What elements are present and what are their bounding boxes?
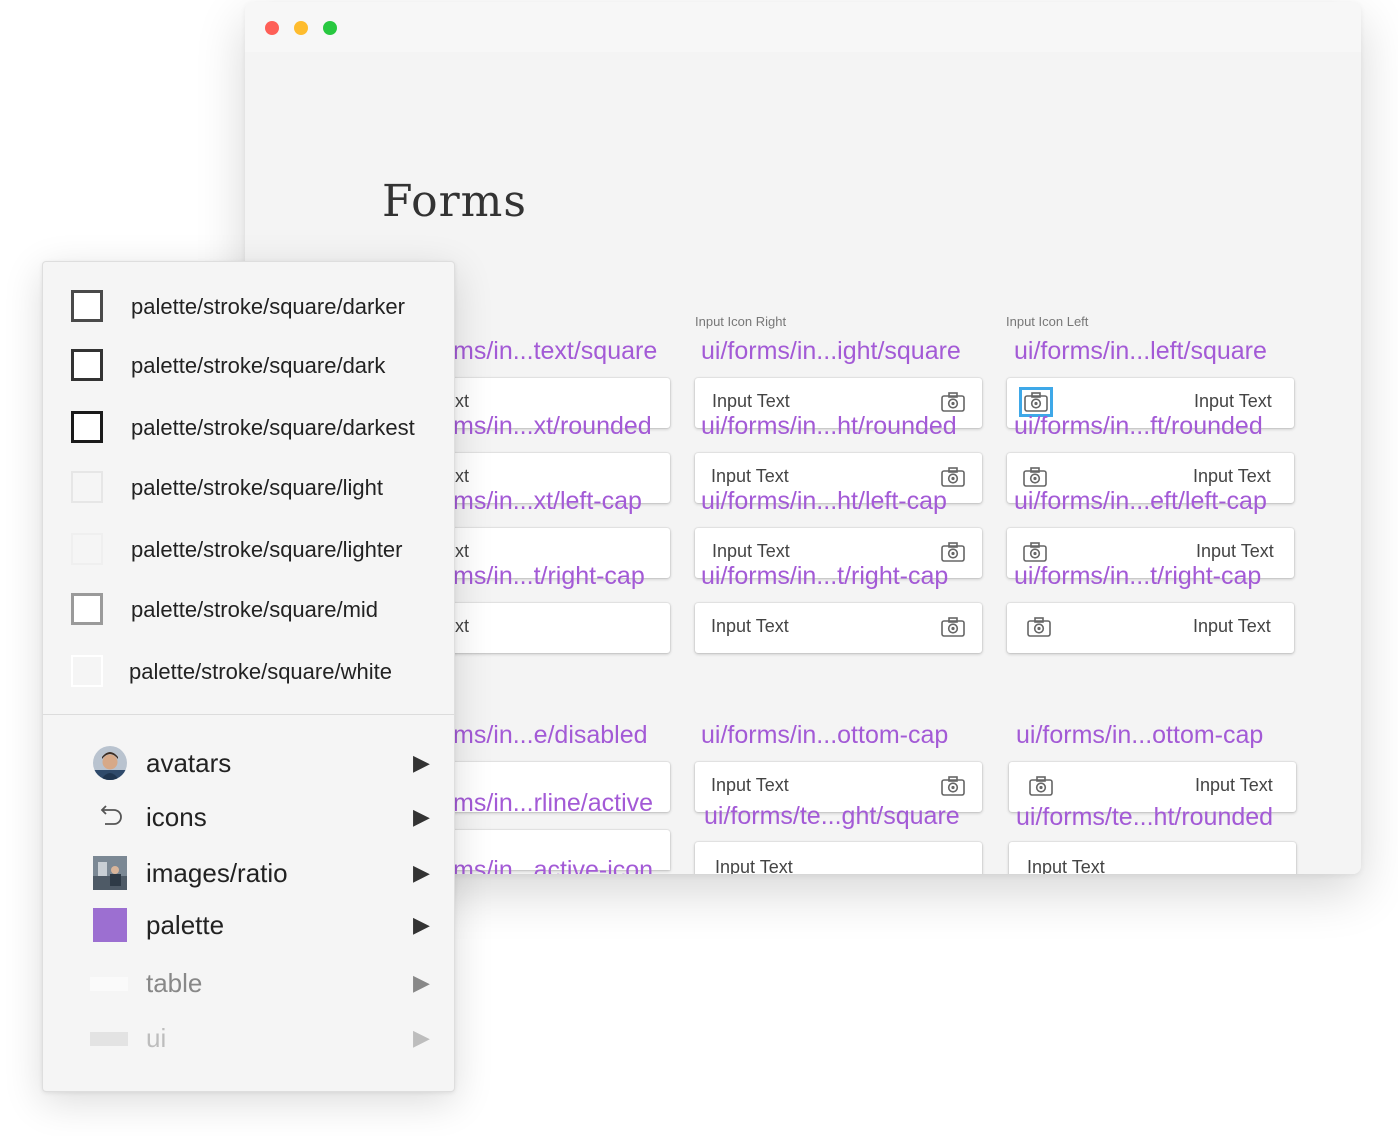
- menu-item-palette[interactable]: palette ▶: [43, 902, 454, 946]
- window-titlebar: [245, 2, 1361, 52]
- camera-icon-selected[interactable]: [1019, 387, 1053, 417]
- menu-item-table[interactable]: table ▶: [43, 960, 454, 1004]
- menu-item-label: palette/stroke/square/darkest: [131, 415, 415, 440]
- submenu-arrow-icon: ▶: [413, 860, 430, 885]
- menu-item-label: palette/stroke/square/darker: [131, 294, 405, 319]
- menu-item-label: avatars: [146, 748, 232, 778]
- input-text: Input Text: [712, 391, 790, 411]
- column-label-input-icon-left: Input Icon Left: [1006, 314, 1089, 329]
- symbol-picker-menu: palette/stroke/square/darker palette/str…: [42, 261, 455, 1092]
- input-text: Input Text: [1027, 857, 1105, 874]
- input-text: Input Text: [712, 541, 790, 561]
- camera-icon: [941, 467, 965, 487]
- menu-item-label: table: [146, 968, 203, 998]
- minimize-window-button[interactable]: [294, 21, 308, 35]
- symbol-name-label[interactable]: ms/in...t/right-cap: [453, 561, 645, 591]
- image-thumbnail-icon: [93, 856, 127, 890]
- input-text: Input Text: [1196, 541, 1274, 561]
- menu-item-label: palette/stroke/square/light: [131, 475, 383, 500]
- symbol-name-label[interactable]: ms/in...text/square: [453, 336, 657, 366]
- menu-item-images-ratio[interactable]: images/ratio ▶: [43, 850, 454, 894]
- camera-icon: [1029, 776, 1053, 796]
- purple-swatch-icon: [93, 908, 127, 942]
- symbol-name-label[interactable]: ui/forms/in...ight/square: [701, 336, 961, 366]
- symbol-name-label[interactable]: ui/forms/in...ht/left-cap: [701, 486, 947, 516]
- ui-bar-icon: [90, 1032, 128, 1046]
- symbol-name-label[interactable]: ms/in...xt/left-cap: [453, 486, 642, 516]
- camera-icon: [941, 617, 965, 637]
- menu-separator: [43, 714, 454, 715]
- zoom-window-button[interactable]: [323, 21, 337, 35]
- camera-icon: [941, 776, 965, 796]
- symbol-name-label[interactable]: ui/forms/te...ht/rounded: [1016, 802, 1273, 832]
- symbol-name-label[interactable]: ms/in...xt/rounded: [453, 411, 652, 441]
- menu-item-swatch-darker[interactable]: palette/stroke/square/darker: [43, 288, 454, 328]
- symbol-name-label[interactable]: ms/in...rline/active: [453, 788, 653, 818]
- menu-item-swatch-dark[interactable]: palette/stroke/square/dark: [43, 347, 454, 387]
- menu-item-swatch-light[interactable]: palette/stroke/square/light: [43, 469, 454, 509]
- input-text: Input Text: [1195, 775, 1273, 795]
- camera-icon: [1023, 467, 1047, 487]
- stroke-square-icon: [71, 349, 103, 381]
- menu-item-swatch-darkest[interactable]: palette/stroke/square/darkest: [43, 409, 454, 449]
- input-field[interactable]: Input Text: [695, 842, 982, 874]
- menu-item-swatch-mid[interactable]: palette/stroke/square/mid: [43, 591, 454, 631]
- symbol-name-label[interactable]: ui/forms/in...ft/rounded: [1014, 411, 1263, 441]
- undo-arrow-icon: [100, 805, 122, 825]
- submenu-arrow-icon: ▶: [413, 970, 430, 995]
- stroke-square-icon: [71, 290, 103, 322]
- input-text: Input Text: [1194, 391, 1272, 411]
- camera-icon: [941, 542, 965, 562]
- input-text: Input Text: [1193, 466, 1271, 486]
- input-field-icon-left[interactable]: Input Text: [1007, 603, 1294, 653]
- input-text: Input Text: [711, 775, 789, 795]
- symbol-name-label[interactable]: ui/forms/in...t/right-cap: [701, 561, 948, 591]
- menu-item-label: ui: [146, 1023, 167, 1053]
- input-text: Input Text: [715, 857, 793, 874]
- menu-item-label: icons: [146, 802, 207, 832]
- menu-item-label: palette/stroke/square/white: [129, 659, 392, 684]
- input-text: Input Text: [711, 466, 789, 486]
- menu-item-ui[interactable]: ui ▶: [43, 1015, 454, 1059]
- menu-item-swatch-lighter[interactable]: palette/stroke/square/lighter: [43, 531, 454, 571]
- menu-item-label: palette/stroke/square/dark: [131, 353, 386, 378]
- table-bar-icon: [90, 977, 128, 991]
- input-text: Input Text: [1193, 616, 1271, 636]
- symbol-name-label[interactable]: ui/forms/te...ght/square: [704, 801, 960, 831]
- symbol-name-label[interactable]: ui/forms/in...ht/rounded: [701, 411, 957, 441]
- menu-item-label: palette: [146, 910, 225, 940]
- column-label-input-icon-right: Input Icon Right: [695, 314, 787, 329]
- camera-icon: [1023, 542, 1047, 562]
- input-field[interactable]: Input Text: [1009, 842, 1296, 874]
- stroke-square-icon: [71, 471, 103, 503]
- symbol-name-label[interactable]: ms/in...active-icon: [453, 855, 653, 874]
- menu-item-swatch-white[interactable]: palette/stroke/square/white: [43, 653, 454, 693]
- input-field-icon-right[interactable]: Input Text: [695, 603, 982, 653]
- close-window-button[interactable]: [265, 21, 279, 35]
- menu-item-icons[interactable]: icons ▶: [43, 794, 454, 838]
- submenu-arrow-icon: ▶: [413, 750, 430, 775]
- camera-icon: [1027, 617, 1051, 637]
- input-text: Input Text: [711, 616, 789, 636]
- submenu-arrow-icon: ▶: [413, 1025, 430, 1050]
- stroke-square-icon: [71, 655, 103, 687]
- symbol-name-label[interactable]: ui/forms/in...ottom-cap: [1016, 720, 1263, 750]
- menu-item-label: palette/stroke/square/mid: [131, 597, 379, 622]
- avatar-photo-icon: [93, 746, 127, 780]
- submenu-arrow-icon: ▶: [413, 804, 430, 829]
- page-title: Forms: [382, 176, 527, 227]
- menu-item-avatars[interactable]: avatars ▶: [43, 740, 454, 784]
- camera-icon: [941, 392, 965, 412]
- submenu-arrow-icon: ▶: [413, 912, 430, 937]
- stroke-square-icon: [71, 411, 103, 443]
- menu-item-label: palette/stroke/square/lighter: [131, 537, 403, 562]
- symbol-name-label[interactable]: ui/forms/in...left/square: [1014, 336, 1267, 366]
- stroke-square-icon: [71, 593, 103, 625]
- symbol-name-label[interactable]: ui/forms/in...ottom-cap: [701, 720, 948, 750]
- symbol-name-label[interactable]: ui/forms/in...eft/left-cap: [1014, 486, 1267, 516]
- menu-item-label: images/ratio: [146, 858, 288, 888]
- stroke-square-icon: [71, 533, 103, 565]
- symbol-name-label[interactable]: ms/in...e/disabled: [453, 720, 648, 750]
- symbol-name-label[interactable]: ui/forms/in...t/right-cap: [1014, 561, 1261, 591]
